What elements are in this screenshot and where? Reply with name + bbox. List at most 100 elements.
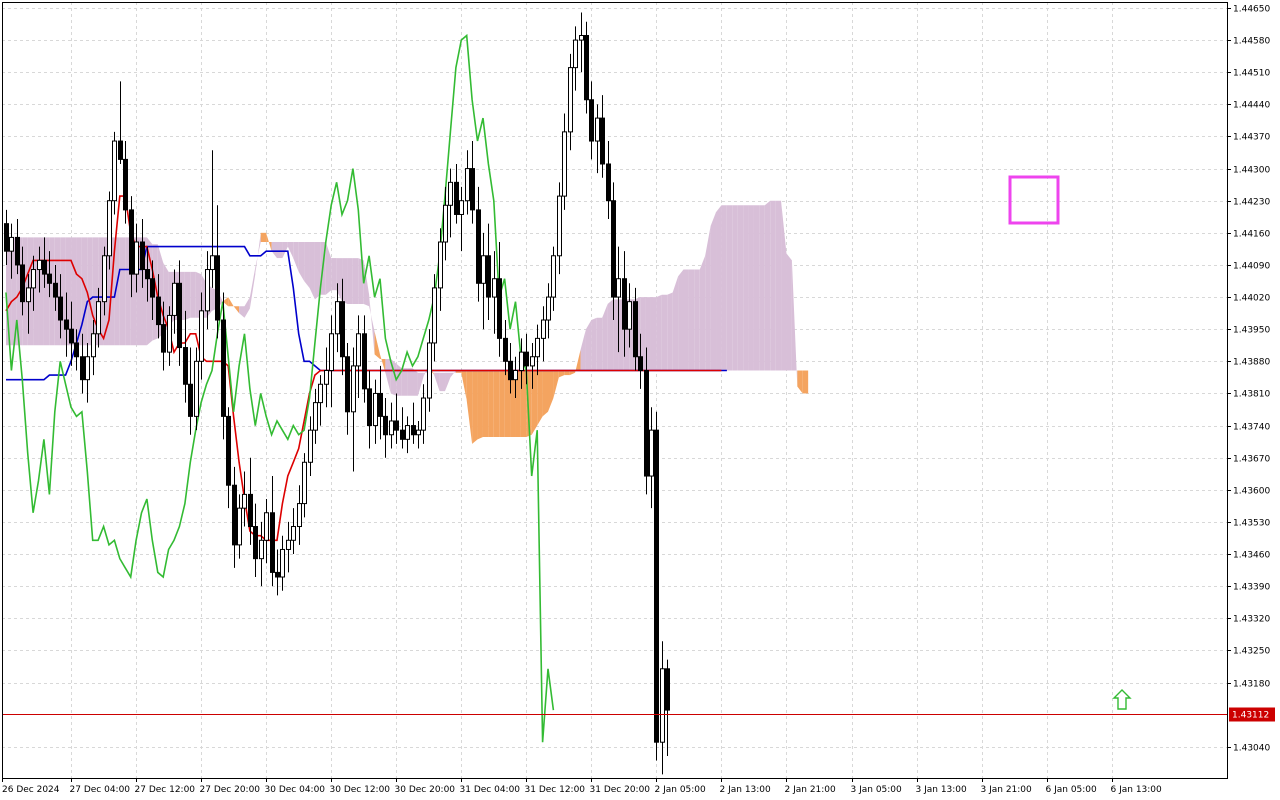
cloud-segment xyxy=(775,200,782,371)
y-tick-label: 1.43600 xyxy=(1233,487,1270,497)
candle-body-bear xyxy=(53,282,58,298)
cloud-segment xyxy=(537,370,543,426)
candle-body-bear xyxy=(633,301,638,358)
candle-body-bull xyxy=(259,539,264,560)
candle-body-bull xyxy=(373,392,378,427)
cloud-segment xyxy=(781,200,787,371)
candle-body-bear xyxy=(183,347,188,385)
candle-body-bear xyxy=(118,140,123,160)
cloud-segment xyxy=(759,205,765,371)
candle-body-bear xyxy=(42,259,47,275)
cloud-segment xyxy=(726,205,733,371)
y-tick-label: 1.43530 xyxy=(1233,519,1270,529)
x-tick-label: 6 Jan 13:00 xyxy=(1111,785,1163,795)
cloud-segment xyxy=(504,370,511,438)
highlight-box xyxy=(1008,175,1060,225)
candle-body-bull xyxy=(649,429,654,477)
candle-body-bull xyxy=(26,287,31,303)
candle-body-bull xyxy=(530,356,535,367)
x-tick-label: 3 Jan 21:00 xyxy=(981,785,1033,795)
candle-body-bull xyxy=(205,269,210,312)
cloud-segment xyxy=(385,359,391,394)
candle-body-bear xyxy=(177,282,182,349)
candle-body-bear xyxy=(140,241,145,271)
cloud-segment xyxy=(672,276,679,371)
candle-body-bull xyxy=(242,493,247,509)
candle-body-bear xyxy=(622,278,627,330)
cloud-segment xyxy=(650,297,657,371)
candle-body-bear xyxy=(611,200,616,298)
cloud-segment xyxy=(575,349,581,373)
cloud-segment xyxy=(239,306,245,318)
cloud-segment xyxy=(786,253,792,371)
candle-body-bear xyxy=(638,356,643,371)
cloud-segment xyxy=(439,372,446,392)
cloud-segment xyxy=(331,258,337,291)
candle-body-bull xyxy=(535,337,540,358)
cloud-segment xyxy=(347,258,353,304)
candle-body-bull xyxy=(405,425,410,440)
candle-body-bear xyxy=(378,392,383,417)
candle-body-bear xyxy=(188,383,193,417)
candle-body-bull xyxy=(91,333,96,358)
candle-body-bull xyxy=(465,168,470,202)
cloud-segment xyxy=(352,258,359,304)
cloud-segment xyxy=(374,331,380,360)
cloud-segment xyxy=(602,303,608,371)
candle-body-bear xyxy=(226,415,231,486)
cloud-segment xyxy=(412,368,418,396)
cloud-segment xyxy=(596,317,603,371)
cloud-segment xyxy=(699,255,706,371)
y-tick-label: 1.44090 xyxy=(1233,262,1270,272)
candle-body-bull xyxy=(356,333,361,367)
candle-body-bear xyxy=(215,255,220,321)
candle-body-bear xyxy=(394,420,399,431)
y-tick-label: 1.44230 xyxy=(1233,198,1270,208)
candle-body-bull xyxy=(573,39,578,69)
y-tick-label: 1.44580 xyxy=(1233,37,1270,47)
x-tick-label: 30 Dec 04:00 xyxy=(265,785,326,795)
cloud-segment xyxy=(710,212,717,371)
cloud-segment xyxy=(678,269,684,371)
x-tick-label: 30 Dec 20:00 xyxy=(395,785,456,795)
candle-body-bear xyxy=(486,255,491,298)
cloud-segment xyxy=(515,370,521,438)
cloud-segment xyxy=(542,370,548,417)
cloud-segment xyxy=(488,370,494,438)
x-tick-label: 31 Dec 12:00 xyxy=(525,785,586,795)
x-tick-label: 3 Jan 13:00 xyxy=(916,785,968,795)
y-tick-label: 1.43250 xyxy=(1233,647,1270,657)
cloud-segment xyxy=(558,370,565,378)
cloud-segment xyxy=(770,200,776,371)
candle-body-bull xyxy=(210,255,215,271)
candle-body-bear xyxy=(4,223,9,252)
y-tick-label: 1.43950 xyxy=(1233,326,1270,336)
candle-body-bear xyxy=(253,526,258,560)
y-tick-label: 1.44440 xyxy=(1233,101,1270,111)
candle-body-bull xyxy=(481,255,486,284)
candle-body-bear xyxy=(584,34,589,101)
candle-body-bull xyxy=(627,301,632,330)
cloud-segment xyxy=(472,370,478,444)
cloud-segment xyxy=(87,237,93,346)
candle-body-bear xyxy=(383,415,388,436)
cloud-segment xyxy=(683,269,689,371)
x-tick-label: 2 Jan 05:00 xyxy=(655,785,707,795)
candle-body-bear xyxy=(145,269,150,280)
candle-body-bear xyxy=(600,117,605,165)
x-tick-label: 27 Dec 04:00 xyxy=(70,785,131,795)
cloud-segment xyxy=(591,317,597,371)
cloud-segment xyxy=(802,370,809,394)
cloud-segment xyxy=(298,242,305,282)
cloud-segment xyxy=(277,242,283,259)
cloud-segment xyxy=(249,267,256,309)
candle-body-bull xyxy=(459,200,464,215)
cloud-segment xyxy=(325,242,332,295)
cloud-segment xyxy=(417,372,424,396)
cloud-segment xyxy=(661,294,668,371)
candle-body-bull xyxy=(541,319,546,339)
candle-body-bear xyxy=(232,484,237,546)
cloud-segment xyxy=(260,232,267,243)
cloud-segment xyxy=(255,232,261,275)
candle-body-bull xyxy=(616,278,621,298)
